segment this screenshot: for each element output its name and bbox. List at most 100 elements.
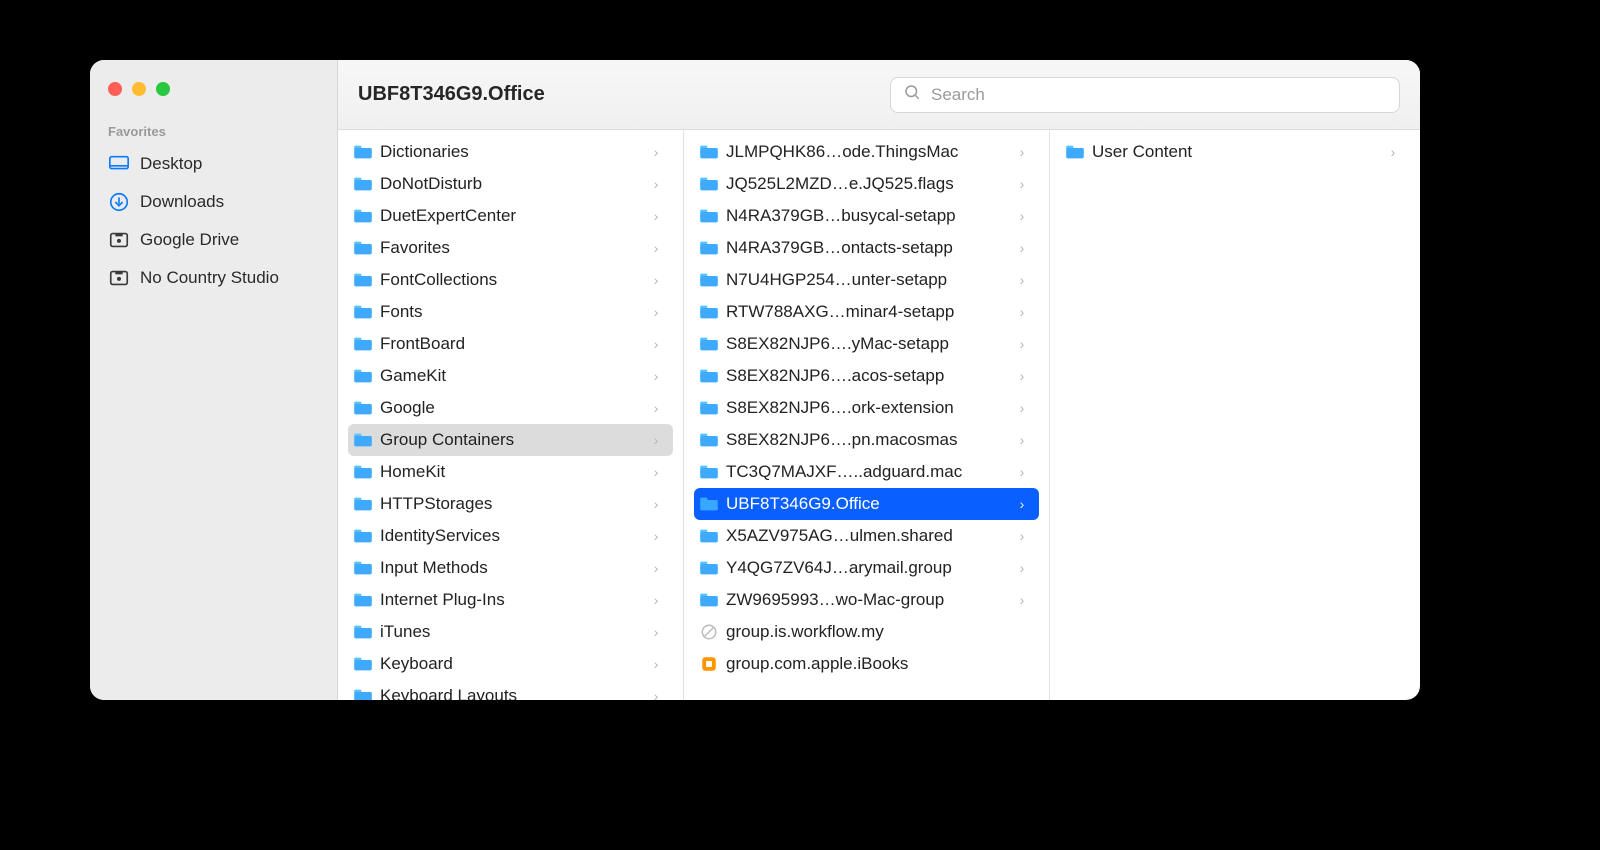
list-item[interactable]: S8EX82NJP6….acos-setapp›: [694, 360, 1039, 392]
folder-icon: [354, 207, 372, 225]
drive-icon: [108, 229, 130, 251]
chevron-right-icon: ›: [1015, 496, 1029, 512]
chevron-right-icon: ›: [649, 272, 663, 288]
chevron-right-icon: ›: [1386, 144, 1400, 160]
minimize-window-button[interactable]: [132, 82, 146, 96]
folder-icon: [354, 271, 372, 289]
list-item[interactable]: group.is.workflow.my: [694, 616, 1039, 648]
list-item[interactable]: TC3Q7MAJXF…..adguard.mac›: [694, 456, 1039, 488]
list-item[interactable]: X5AZV975AG…ulmen.shared›: [694, 520, 1039, 552]
list-item[interactable]: GameKit›: [348, 360, 673, 392]
list-item-label: FontCollections: [380, 270, 641, 290]
search-input[interactable]: [931, 85, 1387, 105]
folder-icon: [700, 335, 718, 353]
folder-icon: [700, 527, 718, 545]
sidebar-item[interactable]: Downloads: [90, 183, 337, 221]
folder-icon: [354, 335, 372, 353]
chevron-right-icon: ›: [1015, 368, 1029, 384]
folder-icon: [700, 495, 718, 513]
list-item[interactable]: HTTPStorages›: [348, 488, 673, 520]
chevron-right-icon: ›: [649, 656, 663, 672]
sidebar-item-label: Google Drive: [140, 230, 239, 250]
list-item-label: Dictionaries: [380, 142, 641, 162]
drive-icon: [108, 267, 130, 289]
chevron-right-icon: ›: [649, 624, 663, 640]
column-1[interactable]: Dictionaries › DoNotDisturb› DuetExpertCe…: [338, 130, 684, 700]
list-item[interactable]: iTunes›: [348, 616, 673, 648]
chevron-right-icon: ›: [1015, 208, 1029, 224]
list-item-label: JQ525L2MZD…e.JQ525.flags: [726, 174, 1007, 194]
list-item[interactable]: IdentityServices›: [348, 520, 673, 552]
list-item[interactable]: Favorites ›: [348, 232, 673, 264]
folder-icon: [354, 495, 372, 513]
chevron-right-icon: ›: [649, 144, 663, 160]
list-item[interactable]: FontCollections ›: [348, 264, 673, 296]
sidebar-item[interactable]: Desktop: [90, 145, 337, 183]
main-area: UBF8T346G9.Office Dictionaries› DoNo: [338, 60, 1420, 700]
list-item[interactable]: Keyboard Layouts›: [348, 680, 673, 700]
search-field[interactable]: [890, 77, 1400, 113]
list-item[interactable]: N4RA379GB…busycal-setapp›: [694, 200, 1039, 232]
list-item[interactable]: FrontBoard›: [348, 328, 673, 360]
list-item[interactable]: Keyboard›: [348, 648, 673, 680]
list-item[interactable]: UBF8T346G9.Office›: [694, 488, 1039, 520]
folder-icon: [700, 207, 718, 225]
list-item-label: S8EX82NJP6….yMac-setapp: [726, 334, 1007, 354]
list-item-label: HomeKit: [380, 462, 641, 482]
chevron-right-icon: ›: [649, 432, 663, 448]
column-view: Dictionaries › DoNotDisturb› DuetExpertCe…: [338, 130, 1420, 700]
list-item[interactable]: S8EX82NJP6….yMac-setapp ›: [694, 328, 1039, 360]
sidebar-item[interactable]: No Country Studio: [90, 259, 337, 297]
list-item-label: DuetExpertCenter: [380, 206, 641, 226]
folder-icon: [354, 175, 372, 193]
list-item-label: HTTPStorages: [380, 494, 641, 514]
list-item[interactable]: N7U4HGP254…unter-setapp›: [694, 264, 1039, 296]
folder-icon: [700, 463, 718, 481]
list-item[interactable]: DoNotDisturb›: [348, 168, 673, 200]
list-item[interactable]: Fonts›: [348, 296, 673, 328]
list-item[interactable]: User Content›: [1060, 136, 1410, 168]
chevron-right-icon: ›: [649, 240, 663, 256]
search-icon: [903, 83, 921, 106]
list-item[interactable]: HomeKit›: [348, 456, 673, 488]
folder-icon: [700, 303, 718, 321]
blocked-icon: [700, 623, 718, 641]
list-item[interactable]: N4RA379GB…ontacts-setapp›: [694, 232, 1039, 264]
zoom-window-button[interactable]: [156, 82, 170, 96]
list-item[interactable]: Group Containers›: [348, 424, 673, 456]
list-item-label: Favorites: [380, 238, 641, 258]
chevron-right-icon: ›: [649, 560, 663, 576]
sidebar-item[interactable]: Google Drive: [90, 221, 337, 259]
chevron-right-icon: ›: [1015, 176, 1029, 192]
folder-icon: [354, 431, 372, 449]
chevron-right-icon: ›: [649, 208, 663, 224]
list-item[interactable]: S8EX82NJP6….pn.macosmas›: [694, 424, 1039, 456]
list-item[interactable]: Google›: [348, 392, 673, 424]
list-item[interactable]: Internet Plug-Ins›: [348, 584, 673, 616]
list-item[interactable]: JQ525L2MZD…e.JQ525.flags ›: [694, 168, 1039, 200]
chevron-right-icon: ›: [649, 592, 663, 608]
folder-icon: [700, 431, 718, 449]
chevron-right-icon: ›: [649, 368, 663, 384]
chevron-right-icon: ›: [1015, 336, 1029, 352]
list-item[interactable]: DuetExpertCenter ›: [348, 200, 673, 232]
folder-icon: [354, 239, 372, 257]
folder-icon: [354, 527, 372, 545]
column-3[interactable]: User Content›: [1050, 130, 1420, 700]
list-item-label: N4RA379GB…ontacts-setapp: [726, 238, 1007, 258]
folder-icon: [1066, 143, 1084, 161]
list-item[interactable]: group.com.apple.iBooks: [694, 648, 1039, 680]
list-item[interactable]: JLMPQHK86…ode.ThingsMac›: [694, 136, 1039, 168]
list-item[interactable]: Input Methods›: [348, 552, 673, 584]
sidebar-item-label: Downloads: [140, 192, 224, 212]
column-2[interactable]: JLMPQHK86…ode.ThingsMac› JQ525L2MZD…e.JQ…: [684, 130, 1050, 700]
list-item[interactable]: Y4QG7ZV64J…arymail.group›: [694, 552, 1039, 584]
list-item[interactable]: S8EX82NJP6….ork-extension›: [694, 392, 1039, 424]
app-icon: [700, 655, 718, 673]
list-item[interactable]: RTW788AXG…minar4-setapp›: [694, 296, 1039, 328]
folder-icon: [700, 591, 718, 609]
folder-icon: [354, 687, 372, 700]
list-item[interactable]: Dictionaries ›: [348, 136, 673, 168]
close-window-button[interactable]: [108, 82, 122, 96]
list-item[interactable]: ZW9695993…wo-Mac-group›: [694, 584, 1039, 616]
